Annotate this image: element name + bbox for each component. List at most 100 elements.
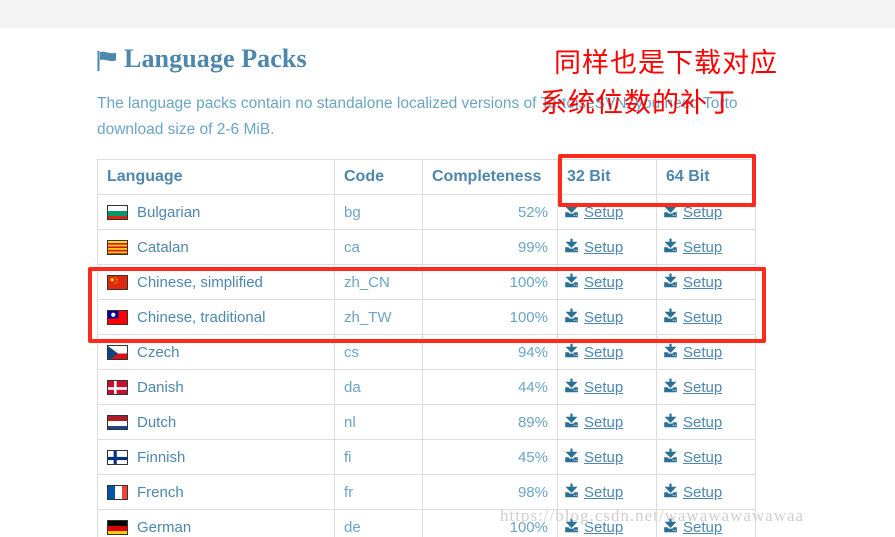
setup-link-label: Setup — [584, 483, 624, 501]
description-line-2: download size of 2-6 MiB. — [97, 121, 275, 138]
language-name: Bulgarian — [137, 203, 201, 221]
cell-completeness: 100% — [422, 299, 558, 335]
setup-link-label: Setup — [683, 378, 723, 396]
setup-link-32bit[interactable]: Setup — [564, 448, 623, 467]
download-icon — [564, 448, 579, 467]
setup-link-64bit[interactable]: Setup — [663, 203, 722, 222]
page-screenshot: Language Packs The language packs contai… — [0, 0, 895, 537]
china-flag-icon — [107, 274, 128, 290]
setup-link-label: Setup — [683, 413, 723, 431]
cell-completeness: 45% — [422, 439, 558, 475]
download-icon — [663, 203, 678, 222]
setup-link-32bit[interactable]: Setup — [564, 238, 623, 257]
cell-setup-32bit: Setup — [557, 439, 657, 475]
cell-language: Bulgarian — [97, 194, 335, 230]
setup-link-64bit[interactable]: Setup — [663, 483, 722, 502]
czech-flag-icon — [107, 344, 128, 360]
column-header-32bit[interactable]: 32 Bit — [557, 159, 657, 195]
setup-link-label: Setup — [683, 483, 723, 501]
cell-setup-64bit: Setup — [656, 299, 756, 335]
cell-language: Dutch — [97, 404, 335, 440]
language-packs-table: Language Code Completeness 32 Bit 64 Bit… — [97, 159, 756, 537]
setup-link-32bit[interactable]: Setup — [564, 483, 623, 502]
setup-link-label: Setup — [683, 448, 723, 466]
cell-code: nl — [334, 404, 423, 440]
setup-link-64bit[interactable]: Setup — [663, 238, 722, 257]
setup-link-64bit[interactable]: Setup — [663, 343, 722, 362]
germany-flag-icon — [107, 519, 128, 535]
cell-completeness: 98% — [422, 474, 558, 510]
setup-link-64bit[interactable]: Setup — [663, 448, 722, 467]
table-row: Chinese, simplified zh_CN 100% Setup Setup — [97, 264, 756, 300]
setup-link-label: Setup — [584, 203, 624, 221]
column-header-code[interactable]: Code — [334, 159, 423, 195]
annotation-note-line-2: 系统位数的补丁 — [540, 88, 736, 119]
cell-setup-32bit: Setup — [557, 334, 657, 370]
setup-link-label: Setup — [683, 308, 723, 326]
cell-setup-64bit: Setup — [656, 404, 756, 440]
cell-completeness: 44% — [422, 369, 558, 405]
download-icon — [663, 343, 678, 362]
table-row: Chinese, traditional zh_TW 100% Setup Setup — [97, 299, 756, 335]
cell-code: ca — [334, 229, 423, 265]
table-row: Dutch nl 89% Setup Setup — [97, 404, 756, 440]
cell-setup-64bit: Setup — [656, 334, 756, 370]
cell-language: Czech — [97, 334, 335, 370]
setup-link-label: Setup — [683, 273, 723, 291]
cell-setup-32bit: Setup — [557, 299, 657, 335]
setup-link-64bit[interactable]: Setup — [663, 378, 722, 397]
table-row: French fr 98% Setup Setup — [97, 474, 756, 510]
cell-setup-64bit: Setup — [656, 264, 756, 300]
language-name: Finnish — [137, 448, 186, 466]
bulgaria-flag-icon — [107, 204, 128, 220]
cell-completeness: 94% — [422, 334, 558, 370]
denmark-flag-icon — [107, 379, 128, 395]
cell-language: Finnish — [97, 439, 335, 475]
language-name: Chinese, traditional — [137, 308, 266, 326]
table-body: Bulgarian bg 52% Setup Setup Catalan ca 99% Setu… — [97, 194, 756, 537]
setup-link-label: Setup — [584, 448, 624, 466]
table-row: Bulgarian bg 52% Setup Setup — [97, 194, 756, 230]
setup-link-32bit[interactable]: Setup — [564, 203, 623, 222]
taiwan-flag-icon — [107, 309, 128, 325]
table-row: Czech cs 94% Setup Setup — [97, 334, 756, 370]
setup-link-64bit[interactable]: Setup — [663, 273, 722, 292]
setup-link-64bit[interactable]: Setup — [663, 413, 722, 432]
download-icon — [663, 238, 678, 257]
setup-link-32bit[interactable]: Setup — [564, 413, 623, 432]
download-icon — [564, 413, 579, 432]
setup-link-32bit[interactable]: Setup — [564, 343, 623, 362]
column-header-64bit[interactable]: 64 Bit — [656, 159, 756, 195]
setup-link-label: Setup — [683, 238, 723, 256]
download-icon — [564, 203, 579, 222]
catalonia-flag-icon — [107, 239, 128, 255]
cell-setup-64bit: Setup — [656, 194, 756, 230]
column-header-language[interactable]: Language — [97, 159, 335, 195]
setup-link-label: Setup — [683, 203, 723, 221]
cell-language: Chinese, traditional — [97, 299, 335, 335]
setup-link-32bit[interactable]: Setup — [564, 378, 623, 397]
download-icon — [663, 413, 678, 432]
cell-code: fr — [334, 474, 423, 510]
cell-language: Catalan — [97, 229, 335, 265]
column-header-completeness[interactable]: Completeness — [422, 159, 558, 195]
download-icon — [663, 308, 678, 327]
netherlands-flag-icon — [107, 414, 128, 430]
cell-code: fi — [334, 439, 423, 475]
cell-code: de — [334, 509, 423, 537]
cell-language: Chinese, simplified — [97, 264, 335, 300]
setup-link-32bit[interactable]: Setup — [564, 273, 623, 292]
setup-link-64bit[interactable]: Setup — [663, 308, 722, 327]
download-icon — [663, 448, 678, 467]
cell-language: Danish — [97, 369, 335, 405]
cell-completeness: 52% — [422, 194, 558, 230]
cell-language: French — [97, 474, 335, 510]
language-name: Czech — [137, 343, 180, 361]
setup-link-32bit[interactable]: Setup — [564, 308, 623, 327]
cell-setup-32bit: Setup — [557, 264, 657, 300]
page-title-text: Language Packs — [124, 44, 307, 73]
cell-code: zh_CN — [334, 264, 423, 300]
cell-setup-32bit: Setup — [557, 229, 657, 265]
download-icon — [564, 343, 579, 362]
cell-setup-64bit: Setup — [656, 474, 756, 510]
